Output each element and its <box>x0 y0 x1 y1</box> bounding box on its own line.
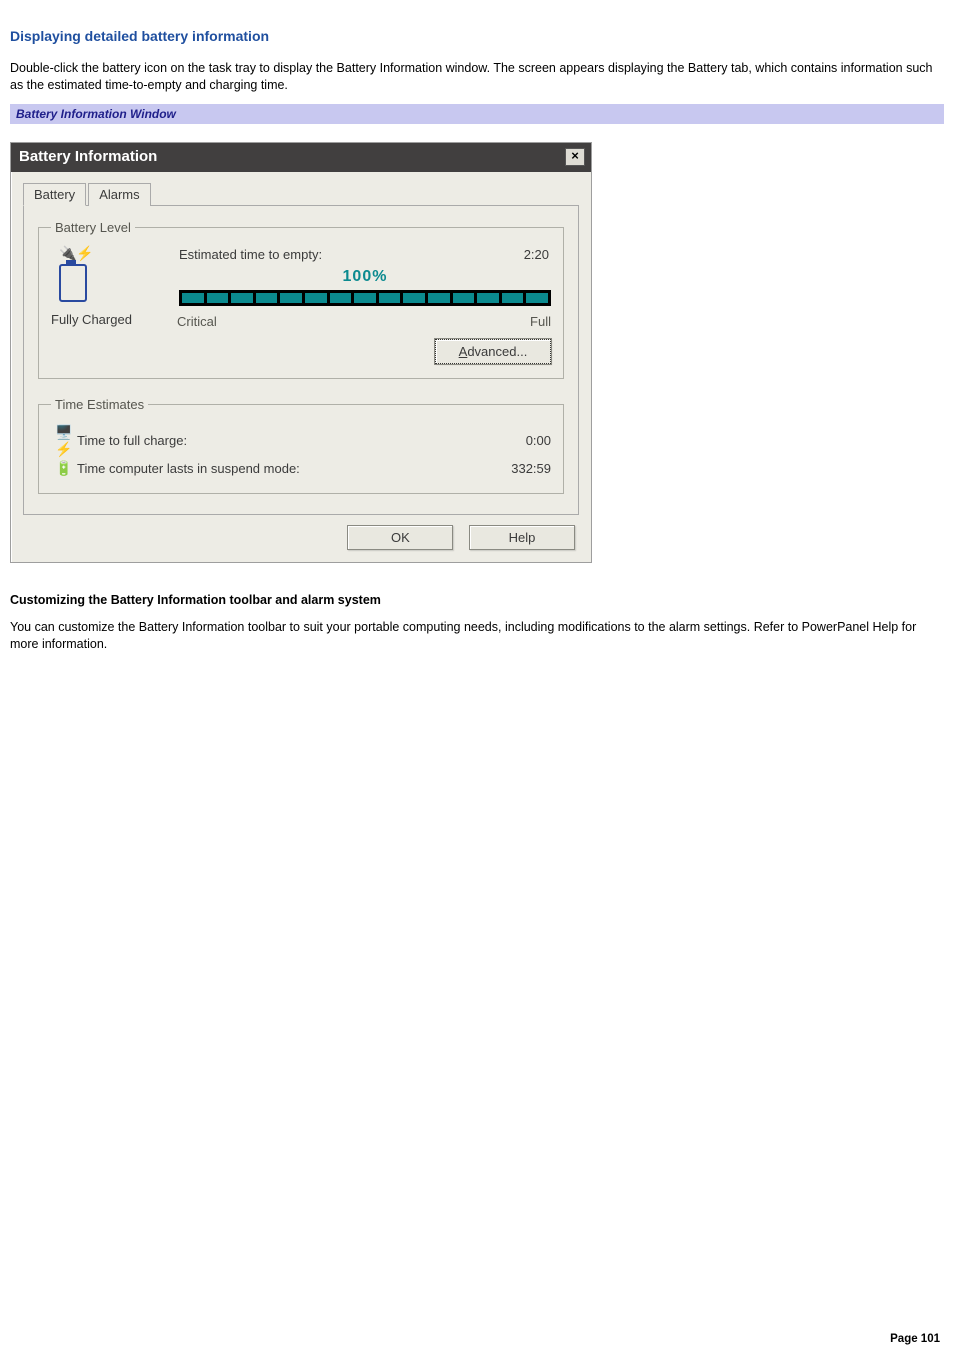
tab-strip: Battery Alarms <box>23 182 579 206</box>
battery-info-window: Battery Information × Battery Alarms Bat… <box>10 142 592 563</box>
battery-status-text: Fully Charged <box>51 312 177 364</box>
time-estimates-group: Time Estimates 🖥️⚡ Time to full charge: … <box>38 397 564 494</box>
battery-level-group: Battery Level 🔌⚡ Estimated time to empty… <box>38 220 564 379</box>
advanced-button[interactable]: Advanced... <box>435 339 551 364</box>
battery-icon: 🔌⚡ <box>59 245 171 302</box>
plug-icon: 🔌⚡ <box>59 245 94 261</box>
monitor-icon: 🖥️⚡ <box>51 424 77 458</box>
intro-paragraph: Double-click the battery icon on the tas… <box>10 60 944 94</box>
close-icon[interactable]: × <box>565 148 585 166</box>
screenshot-container: Battery Information × Battery Alarms Bat… <box>10 142 944 563</box>
figure-caption: Battery Information Window <box>10 104 944 124</box>
time-estimates-legend: Time Estimates <box>51 397 148 412</box>
time-full-charge-label: Time to full charge: <box>77 433 481 448</box>
battery-level-legend: Battery Level <box>51 220 135 235</box>
time-full-charge-value: 0:00 <box>481 433 551 448</box>
estimated-time-label: Estimated time to empty: <box>179 247 322 262</box>
scale-critical-label: Critical <box>177 314 217 329</box>
time-suspend-label: Time computer lasts in suspend mode: <box>77 461 481 476</box>
ok-button[interactable]: OK <box>347 525 453 550</box>
battery-percent: 100% <box>179 268 551 286</box>
customizing-paragraph: You can customize the Battery Informatio… <box>10 619 944 653</box>
tab-alarms[interactable]: Alarms <box>88 183 150 206</box>
customizing-subheading: Customizing the Battery Information tool… <box>10 593 944 607</box>
page-heading: Displaying detailed battery information <box>10 28 944 44</box>
battery-small-icon: 🔋 <box>51 460 77 477</box>
scale-full-label: Full <box>530 314 551 329</box>
page-number: Page 101 <box>890 1333 940 1345</box>
tab-panel-battery: Battery Level 🔌⚡ Estimated time to empty… <box>23 205 579 515</box>
estimated-time-value: 2:20 <box>524 247 549 262</box>
tab-battery[interactable]: Battery <box>23 183 86 206</box>
window-title-text: Battery Information <box>19 148 157 165</box>
battery-progress-bar <box>179 290 551 306</box>
time-suspend-value: 332:59 <box>481 461 551 476</box>
window-titlebar: Battery Information × <box>11 143 591 172</box>
help-button[interactable]: Help <box>469 525 575 550</box>
